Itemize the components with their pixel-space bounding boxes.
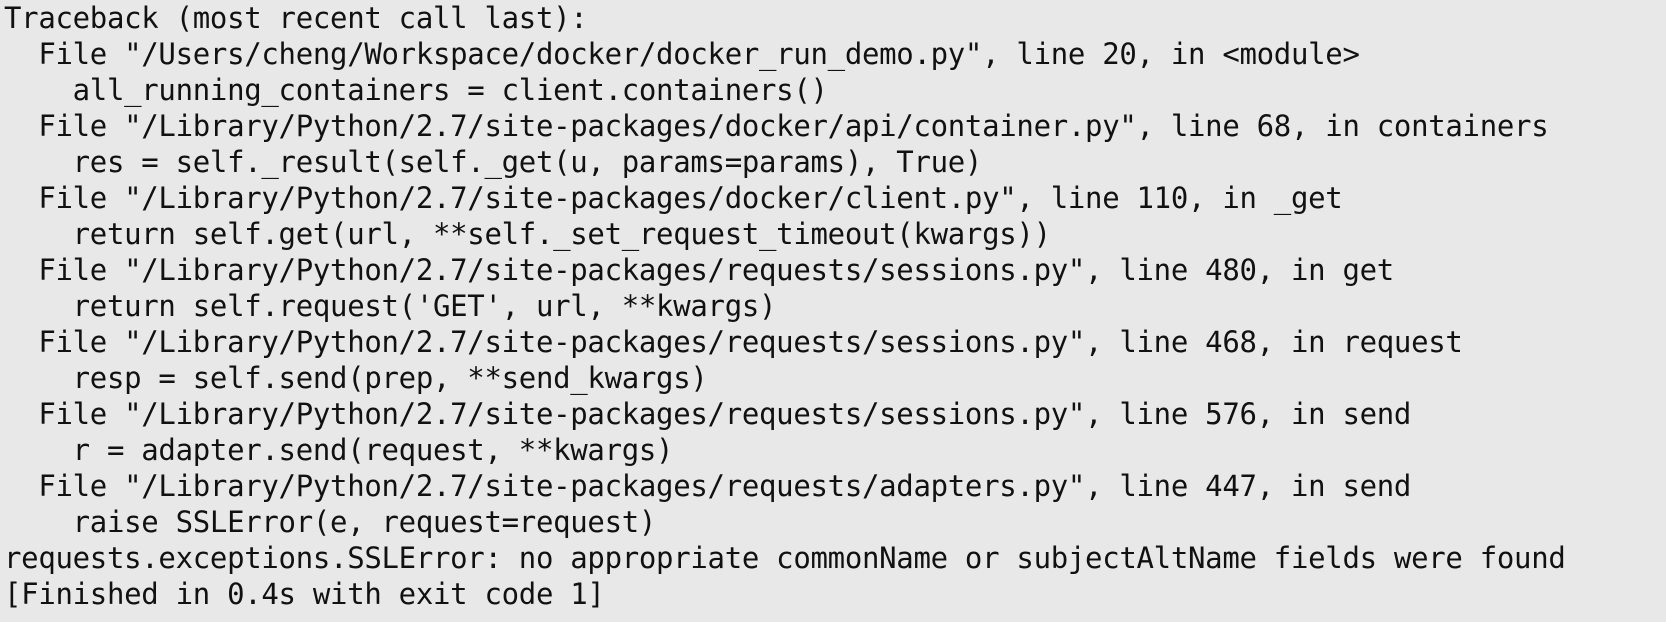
exception-message: requests.exceptions.SSLError: no appropr… xyxy=(4,541,1566,575)
traceback-code-line: return self.request('GET', url, **kwargs… xyxy=(4,289,777,323)
finished-status-line: [Finished in 0.4s with exit code 1] xyxy=(4,577,605,611)
traceback-code-line: resp = self.send(prep, **send_kwargs) xyxy=(4,361,708,395)
traceback-file-line: File "/Library/Python/2.7/site-packages/… xyxy=(4,109,1549,143)
traceback-file-line: File "/Library/Python/2.7/site-packages/… xyxy=(4,325,1463,359)
traceback-file-line: File "/Library/Python/2.7/site-packages/… xyxy=(4,469,1412,503)
traceback-header: Traceback (most recent call last): xyxy=(4,1,588,35)
traceback-code-line: r = adapter.send(request, **kwargs) xyxy=(4,433,674,467)
traceback-file-line: File "/Library/Python/2.7/site-packages/… xyxy=(4,181,1343,215)
traceback-code-line: raise SSLError(e, request=request) xyxy=(4,505,657,539)
console-output-panel[interactable]: Traceback (most recent call last): File … xyxy=(0,0,1666,622)
build-output-text: Traceback (most recent call last): File … xyxy=(4,0,1666,612)
traceback-code-line: return self.get(url, **self._set_request… xyxy=(4,217,1051,251)
traceback-file-line: File "/Library/Python/2.7/site-packages/… xyxy=(4,253,1394,287)
traceback-file-line: File "/Users/cheng/Workspace/docker/dock… xyxy=(4,37,1360,71)
traceback-code-line: res = self._result(self._get(u, params=p… xyxy=(4,145,983,179)
traceback-file-line: File "/Library/Python/2.7/site-packages/… xyxy=(4,397,1412,431)
traceback-code-line: all_running_containers = client.containe… xyxy=(4,73,828,107)
